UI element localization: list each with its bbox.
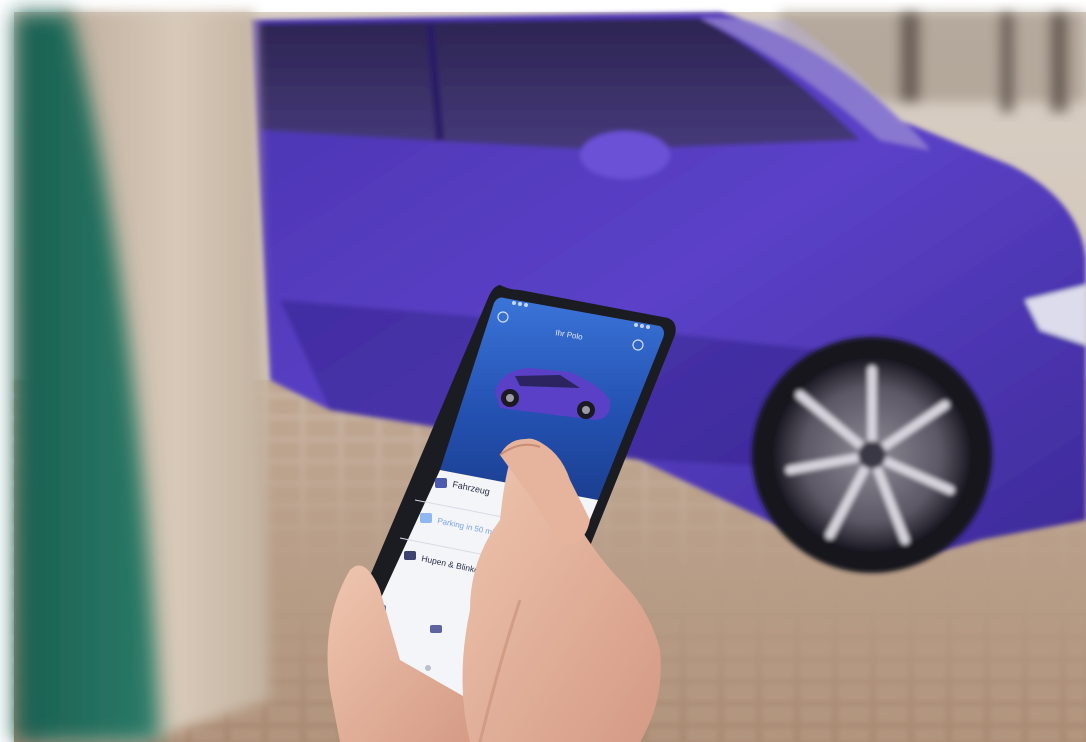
lock-icon [435,478,447,488]
horn-icon [404,551,416,560]
photo-scene: Ihr Polo Fahrzeug Parking in 50 min Hupe… [0,0,1086,742]
nav-dot-icon[interactable] [425,665,431,671]
car-nav-icon[interactable] [430,625,442,633]
car-wheel [752,337,992,573]
parking-icon [420,513,432,523]
